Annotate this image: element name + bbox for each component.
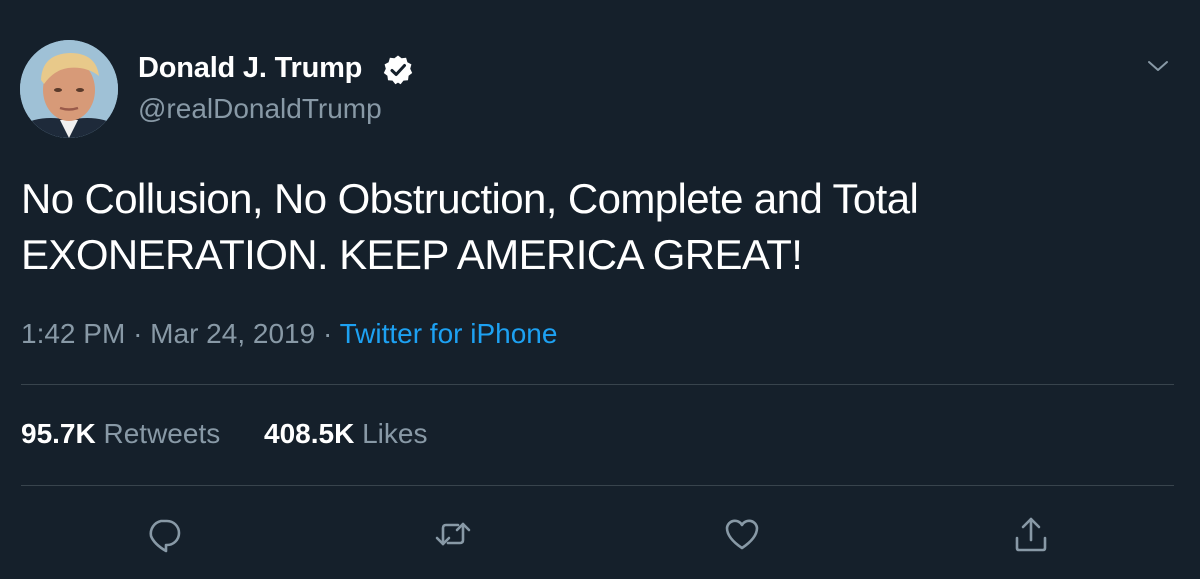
reply-icon[interactable]	[144, 514, 184, 554]
avatar-image	[20, 40, 118, 138]
tweet-text-line: EXONERATION. KEEP AMERICA GREAT!	[21, 231, 803, 278]
retweet-icon[interactable]	[433, 514, 473, 554]
retweets-count: 95.7K	[21, 418, 96, 449]
tweet-text-line: No Collusion, No Obstruction, Complete a…	[21, 175, 919, 222]
divider	[21, 485, 1174, 486]
avatar[interactable]	[20, 40, 118, 138]
tweet-date[interactable]: Mar 24, 2019	[150, 318, 315, 349]
chevron-down-icon[interactable]	[1145, 55, 1171, 77]
likes-label: Likes	[362, 418, 428, 449]
tweet-text: No Collusion, No Obstruction, Complete a…	[21, 171, 1171, 283]
tweet-time[interactable]: 1:42 PM	[21, 318, 125, 349]
tweet-source-link[interactable]: Twitter for iPhone	[340, 318, 558, 349]
tweet-card: Donald J. Trump @realDonaldTrump No Coll…	[0, 0, 1200, 579]
author-handle[interactable]: @realDonaldTrump	[138, 93, 382, 125]
likes-stat[interactable]: 408.5K Likes	[264, 418, 427, 449]
like-icon[interactable]	[722, 514, 762, 554]
divider	[21, 384, 1174, 385]
tweet-meta: 1:42 PM · Mar 24, 2019 · Twitter for iPh…	[21, 318, 557, 350]
verified-badge-icon	[382, 54, 414, 86]
author-display-name[interactable]: Donald J. Trump	[138, 52, 362, 85]
likes-count: 408.5K	[264, 418, 355, 449]
tweet-stats: 95.7K Retweets 408.5K Likes	[21, 418, 463, 450]
share-icon[interactable]	[1011, 514, 1051, 554]
retweets-label: Retweets	[103, 418, 221, 449]
meta-separator: ·	[322, 318, 333, 349]
meta-separator: ·	[133, 318, 143, 349]
retweets-stat[interactable]: 95.7K Retweets	[21, 418, 220, 449]
